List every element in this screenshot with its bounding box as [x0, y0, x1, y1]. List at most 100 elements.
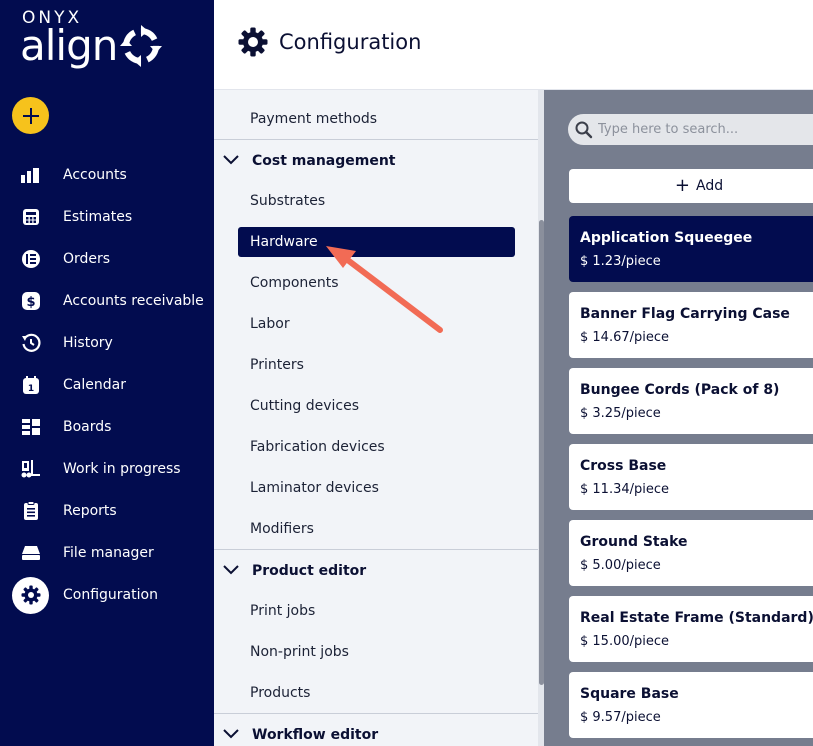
hardware-name: Banner Flag Carrying Case — [580, 306, 790, 322]
hardware-card[interactable]: Banner Flag Carrying Case $ 14.67/piece — [569, 292, 813, 358]
main-nav: Accounts Estimates Orders $ Accounts rec… — [0, 154, 214, 616]
hardware-name: Real Estate Frame (Standard) — [580, 610, 813, 626]
menu-item-label: Products — [250, 684, 311, 701]
drive-icon — [20, 542, 42, 564]
sidebar-item-accounts-receivable[interactable]: $ Accounts receivable — [0, 280, 214, 322]
hardware-card[interactable]: Application Squeegee $ 1.23/piece — [569, 216, 813, 282]
chevron-down-icon — [223, 155, 239, 165]
dollar-icon: $ — [20, 290, 42, 312]
sidebar-item-accounts[interactable]: Accounts — [0, 154, 214, 196]
sidebar-item-label: Accounts receivable — [63, 293, 204, 309]
hardware-card[interactable]: Square Base $ 9.57/piece — [569, 672, 813, 738]
add-button[interactable] — [12, 97, 49, 134]
hardware-card[interactable]: Real Estate Frame (Standard) $ 15.00/pie… — [569, 596, 813, 662]
menu-item-label: Printers — [250, 356, 304, 373]
menu-item-label: Laminator devices — [250, 479, 379, 496]
menu-group-workflow-editor[interactable]: Workflow editor — [214, 714, 538, 746]
brand-logo-icon — [120, 25, 162, 67]
search-input[interactable] — [598, 119, 813, 139]
hardware-price: $ 11.34/piece — [580, 482, 670, 497]
add-item-button[interactable]: + Add — [569, 169, 813, 203]
menu-item-print-jobs[interactable]: Print jobs — [214, 590, 538, 631]
sidebar-item-label: Calendar — [63, 377, 126, 393]
menu-item-cutting-devices[interactable]: Cutting devices — [214, 385, 538, 426]
chevron-down-icon — [223, 729, 239, 739]
menu-item-label: Print jobs — [250, 602, 316, 619]
sidebar-item-boards[interactable]: Boards — [0, 406, 214, 448]
sidebar-item-label: File manager — [63, 545, 154, 561]
orders-icon — [20, 248, 42, 270]
menu-item-products[interactable]: Products — [214, 672, 538, 713]
search-icon — [575, 121, 593, 139]
gear-icon — [238, 27, 268, 57]
configuration-menu: Payment methods Cost management Substrat… — [214, 90, 544, 746]
menu-item-label: Hardware — [250, 234, 318, 250]
hardware-price: $ 9.57/piece — [580, 710, 661, 725]
sidebar-item-estimates[interactable]: Estimates — [0, 196, 214, 238]
sidebar-item-file-manager[interactable]: File manager — [0, 532, 214, 574]
menu-item-label: Non-print jobs — [250, 643, 349, 660]
hardware-price: $ 3.25/piece — [580, 406, 661, 421]
page-header: Configuration — [214, 0, 813, 90]
sidebar: ONYX align Accounts Estimates Orders $ A… — [0, 0, 214, 746]
hardware-list-panel: + Add Application Squeegee $ 1.23/piece … — [544, 90, 813, 746]
menu-item-modifiers[interactable]: Modifiers — [214, 508, 538, 549]
add-item-label: Add — [695, 178, 724, 194]
sidebar-item-work-in-progress[interactable]: Work in progress — [0, 448, 214, 490]
search-box[interactable] — [568, 114, 813, 145]
menu-item-label: Substrates — [250, 192, 326, 209]
hardware-price: $ 5.00/piece — [580, 558, 661, 573]
sidebar-item-reports[interactable]: Reports — [0, 490, 214, 532]
sidebar-item-label: History — [63, 335, 113, 351]
menu-item-label: Payment methods — [250, 110, 378, 127]
menu-item-substrates[interactable]: Substrates — [214, 180, 538, 221]
hardware-price: $ 1.23/piece — [580, 254, 661, 269]
history-icon — [20, 332, 42, 354]
menu-item-label: Components — [250, 274, 339, 291]
calculator-icon — [20, 206, 42, 228]
sidebar-item-history[interactable]: History — [0, 322, 214, 364]
menu-item-label: Fabrication devices — [250, 438, 385, 455]
svg-text:1: 1 — [28, 384, 34, 394]
calendar-icon: 1 — [20, 374, 42, 396]
menu-item-hardware[interactable]: Hardware — [238, 227, 515, 257]
hardware-price: $ 14.67/piece — [580, 330, 670, 345]
accounts-icon — [20, 164, 42, 186]
sidebar-item-orders[interactable]: Orders — [0, 238, 214, 280]
brand-name: align — [20, 21, 118, 70]
menu-group-cost-management[interactable]: Cost management — [214, 140, 538, 181]
menu-item-labor[interactable]: Labor — [214, 303, 538, 344]
sidebar-item-label: Configuration — [63, 587, 158, 603]
sidebar-item-label: Accounts — [63, 167, 127, 183]
sidebar-item-label: Reports — [63, 503, 117, 519]
hardware-name: Ground Stake — [580, 534, 688, 550]
boards-icon — [20, 416, 42, 438]
menu-item-fabrication-devices[interactable]: Fabrication devices — [214, 426, 538, 467]
hardware-card[interactable]: Cross Base $ 11.34/piece — [569, 444, 813, 510]
menu-item-printers[interactable]: Printers — [214, 344, 538, 385]
menu-group-product-editor[interactable]: Product editor — [214, 550, 538, 591]
hardware-name: Bungee Cords (Pack of 8) — [580, 382, 780, 398]
menu-item-laminator-devices[interactable]: Laminator devices — [214, 467, 538, 508]
forklift-icon — [20, 458, 42, 480]
hardware-name: Square Base — [580, 686, 679, 702]
sidebar-item-label: Estimates — [63, 209, 133, 225]
sidebar-item-label: Work in progress — [63, 461, 181, 477]
menu-item-components[interactable]: Components — [214, 262, 538, 303]
menu-item-payment-methods[interactable]: Payment methods — [214, 98, 538, 139]
menu-item-non-print-jobs[interactable]: Non-print jobs — [214, 631, 538, 672]
clipboard-icon — [20, 500, 42, 522]
hardware-name: Cross Base — [580, 458, 667, 474]
menu-item-label: Labor — [250, 315, 290, 332]
hardware-card[interactable]: Ground Stake $ 5.00/piece — [569, 520, 813, 586]
chevron-down-icon — [223, 565, 239, 575]
plus-icon: + — [674, 175, 690, 196]
hardware-name: Application Squeegee — [580, 230, 753, 246]
sidebar-item-configuration[interactable]: Configuration — [0, 574, 214, 616]
plus-icon — [22, 107, 39, 124]
page-title: Configuration — [279, 30, 422, 54]
sidebar-item-calendar[interactable]: 1 Calendar — [0, 364, 214, 406]
sidebar-item-label: Orders — [63, 251, 111, 267]
hardware-card[interactable]: Bungee Cords (Pack of 8) $ 3.25/piece — [569, 368, 813, 434]
menu-item-label: Cutting devices — [250, 397, 360, 414]
